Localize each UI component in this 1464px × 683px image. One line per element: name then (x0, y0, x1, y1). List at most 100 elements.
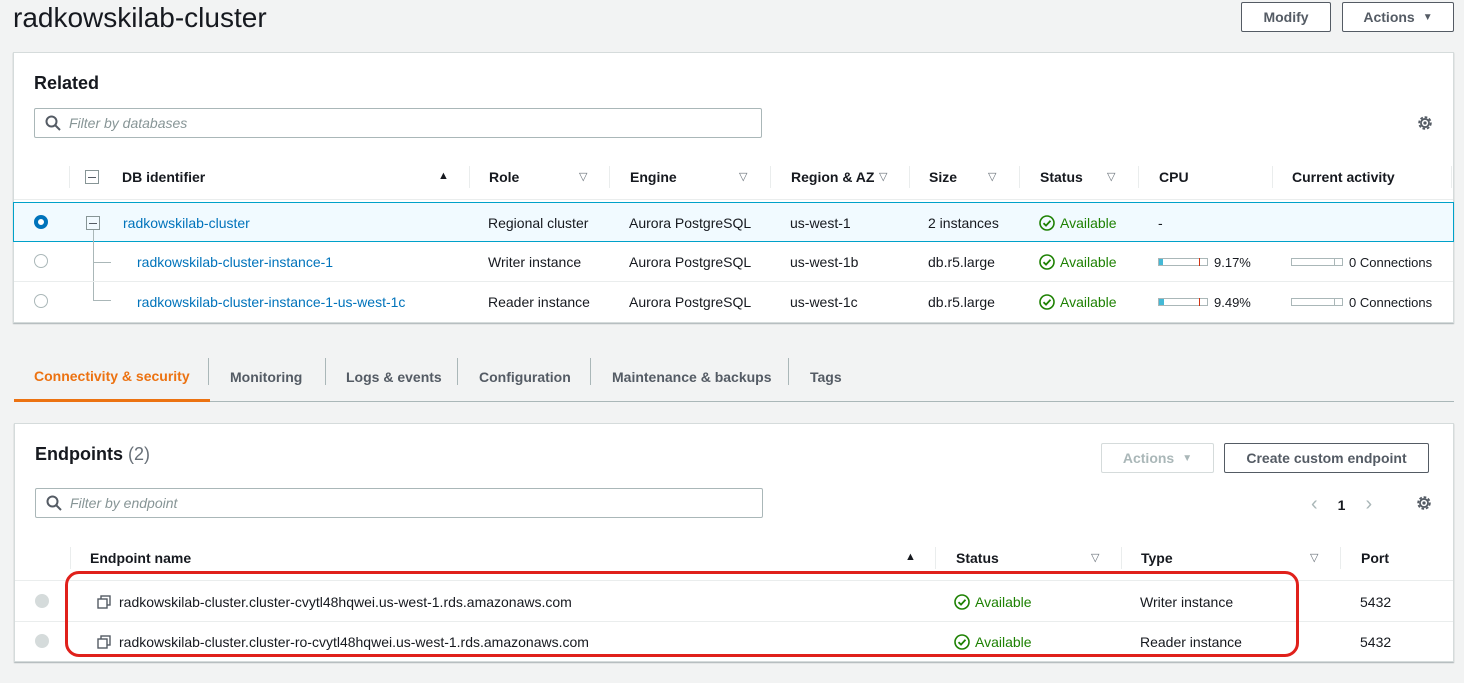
related-table-header: DB identifier ▲ Role ▽ Engine ▽ Region &… (14, 154, 1453, 200)
related-panel: Related Filter by databases DB identifie… (13, 52, 1454, 323)
status-text: Available (1060, 215, 1117, 231)
column-current-activity[interactable]: Current activity (1292, 154, 1395, 200)
search-icon (45, 115, 61, 131)
table-row[interactable]: radkowskilab-cluster.cluster-cvytl48hqwe… (15, 582, 1453, 622)
page-number[interactable]: 1 (1338, 497, 1346, 513)
chevron-right-icon[interactable]: › (1365, 493, 1372, 516)
row-radio[interactable] (35, 634, 49, 648)
check-circle-icon (954, 594, 970, 610)
copy-icon[interactable] (97, 635, 111, 649)
check-circle-icon (954, 634, 970, 650)
db-identifier-link[interactable]: radkowskilab-cluster-instance-1-us-west-… (137, 282, 405, 322)
port-cell: 5432 (1360, 634, 1392, 650)
connections-meter: 0 Connections (1291, 282, 1432, 322)
caret-down-icon: ▼ (1422, 11, 1433, 23)
cpu-meter: 9.17% (1158, 242, 1251, 282)
endpoint-filter-input[interactable]: Filter by endpoint (35, 488, 763, 518)
port-cell: 5432 (1360, 594, 1392, 610)
status-text: Available (1060, 254, 1117, 270)
create-custom-endpoint-button[interactable]: Create custom endpoint (1224, 443, 1429, 473)
database-filter-placeholder: Filter by databases (69, 115, 188, 131)
endpoint-actions-label: Actions (1122, 450, 1175, 466)
cpu-meter: 9.49% (1158, 282, 1251, 322)
tab-tags[interactable]: Tags (810, 352, 842, 402)
region-cell: us-west-1c (790, 294, 858, 310)
engine-cell: Aurora PostgreSQL (629, 215, 752, 231)
sort-ascending-icon[interactable]: ▲ (438, 170, 449, 182)
connections-meter: 0 Connections (1291, 242, 1432, 282)
tab-logs-events[interactable]: Logs & events (346, 352, 442, 402)
status-badge: Available (954, 622, 1032, 662)
engine-cell: Aurora PostgreSQL (629, 254, 752, 270)
db-identifier-link[interactable]: radkowskilab-cluster (123, 203, 250, 243)
size-cell: 2 instances (928, 215, 999, 231)
modify-button[interactable]: Modify (1241, 2, 1331, 32)
column-cpu[interactable]: CPU (1159, 154, 1189, 200)
sort-ascending-icon[interactable]: ▲ (905, 551, 916, 563)
collapse-row-icon[interactable] (86, 216, 100, 230)
table-row[interactable]: radkowskilab-cluster.cluster-ro-cvytl48h… (15, 622, 1453, 662)
sort-icon[interactable]: ▽ (988, 170, 996, 183)
row-radio[interactable] (34, 254, 48, 268)
database-filter-input[interactable]: Filter by databases (34, 108, 762, 138)
size-cell: db.r5.large (928, 294, 995, 310)
check-circle-icon (1039, 254, 1055, 270)
role-cell: Regional cluster (488, 215, 589, 231)
status-text: Available (975, 634, 1032, 650)
tab-configuration[interactable]: Configuration (479, 352, 571, 402)
status-badge: Available (1039, 242, 1117, 282)
column-db-identifier[interactable]: DB identifier (122, 154, 205, 200)
connections-value: 0 Connections (1349, 294, 1433, 310)
tab-connectivity-security[interactable]: Connectivity & security (14, 352, 210, 402)
endpoints-title: Endpoints (2) (35, 444, 150, 465)
endpoint-actions-button[interactable]: Actions ▼ (1101, 443, 1214, 473)
column-engine[interactable]: Engine (630, 154, 677, 200)
column-type[interactable]: Type (1141, 535, 1173, 581)
row-radio[interactable] (35, 594, 49, 608)
row-radio[interactable] (34, 215, 48, 229)
role-cell: Writer instance (488, 254, 582, 270)
table-row[interactable]: radkowskilab-cluster Regional cluster Au… (13, 202, 1454, 242)
cpu-meter-fill (1159, 299, 1164, 305)
cpu-meter-fill (1159, 259, 1164, 265)
engine-cell: Aurora PostgreSQL (629, 294, 752, 310)
row-radio[interactable] (34, 294, 48, 308)
db-identifier-link[interactable]: radkowskilab-cluster-instance-1 (137, 242, 333, 282)
endpoints-title-text: Endpoints (35, 444, 123, 464)
collapse-all-icon[interactable] (85, 170, 99, 184)
endpoints-table-header: Endpoint name ▲ Status ▽ Type ▽ Port (15, 535, 1453, 581)
copy-icon[interactable] (97, 595, 111, 609)
column-endpoint-name[interactable]: Endpoint name (90, 535, 191, 581)
related-title: Related (34, 73, 100, 93)
column-size[interactable]: Size (929, 154, 957, 200)
sort-icon[interactable]: ▽ (1310, 551, 1318, 564)
gear-icon[interactable] (1415, 494, 1433, 512)
table-row[interactable]: radkowskilab-cluster-instance-1-us-west-… (14, 282, 1453, 322)
role-cell: Reader instance (488, 294, 590, 310)
column-status[interactable]: Status (956, 535, 999, 581)
type-cell: Reader instance (1140, 634, 1242, 650)
check-circle-icon (1039, 215, 1055, 231)
column-status[interactable]: Status (1040, 154, 1083, 200)
chevron-left-icon[interactable]: ‹ (1311, 493, 1318, 516)
table-row[interactable]: radkowskilab-cluster-instance-1 Writer i… (14, 242, 1453, 282)
search-icon (46, 495, 62, 511)
endpoints-panel: Endpoints (2) Actions ▼ Create custom en… (14, 423, 1454, 662)
tab-maintenance-backups[interactable]: Maintenance & backups (612, 352, 772, 402)
sort-icon[interactable]: ▽ (739, 170, 747, 183)
column-region-az[interactable]: Region & AZ (791, 154, 874, 200)
region-cell: us-west-1 (790, 215, 851, 231)
gear-icon[interactable] (1416, 114, 1434, 132)
column-role[interactable]: Role (489, 154, 519, 200)
sort-icon[interactable]: ▽ (579, 170, 587, 183)
size-cell: db.r5.large (928, 254, 995, 270)
actions-button[interactable]: Actions ▼ (1342, 2, 1454, 32)
sort-icon[interactable]: ▽ (1091, 551, 1099, 564)
sort-icon[interactable]: ▽ (879, 170, 887, 183)
endpoint-name: radkowskilab-cluster.cluster-ro-cvytl48h… (119, 634, 589, 650)
column-port[interactable]: Port (1361, 535, 1389, 581)
region-cell: us-west-1b (790, 254, 859, 270)
sort-icon[interactable]: ▽ (1107, 170, 1115, 183)
status-text: Available (1060, 294, 1117, 310)
tab-monitoring[interactable]: Monitoring (230, 352, 302, 402)
